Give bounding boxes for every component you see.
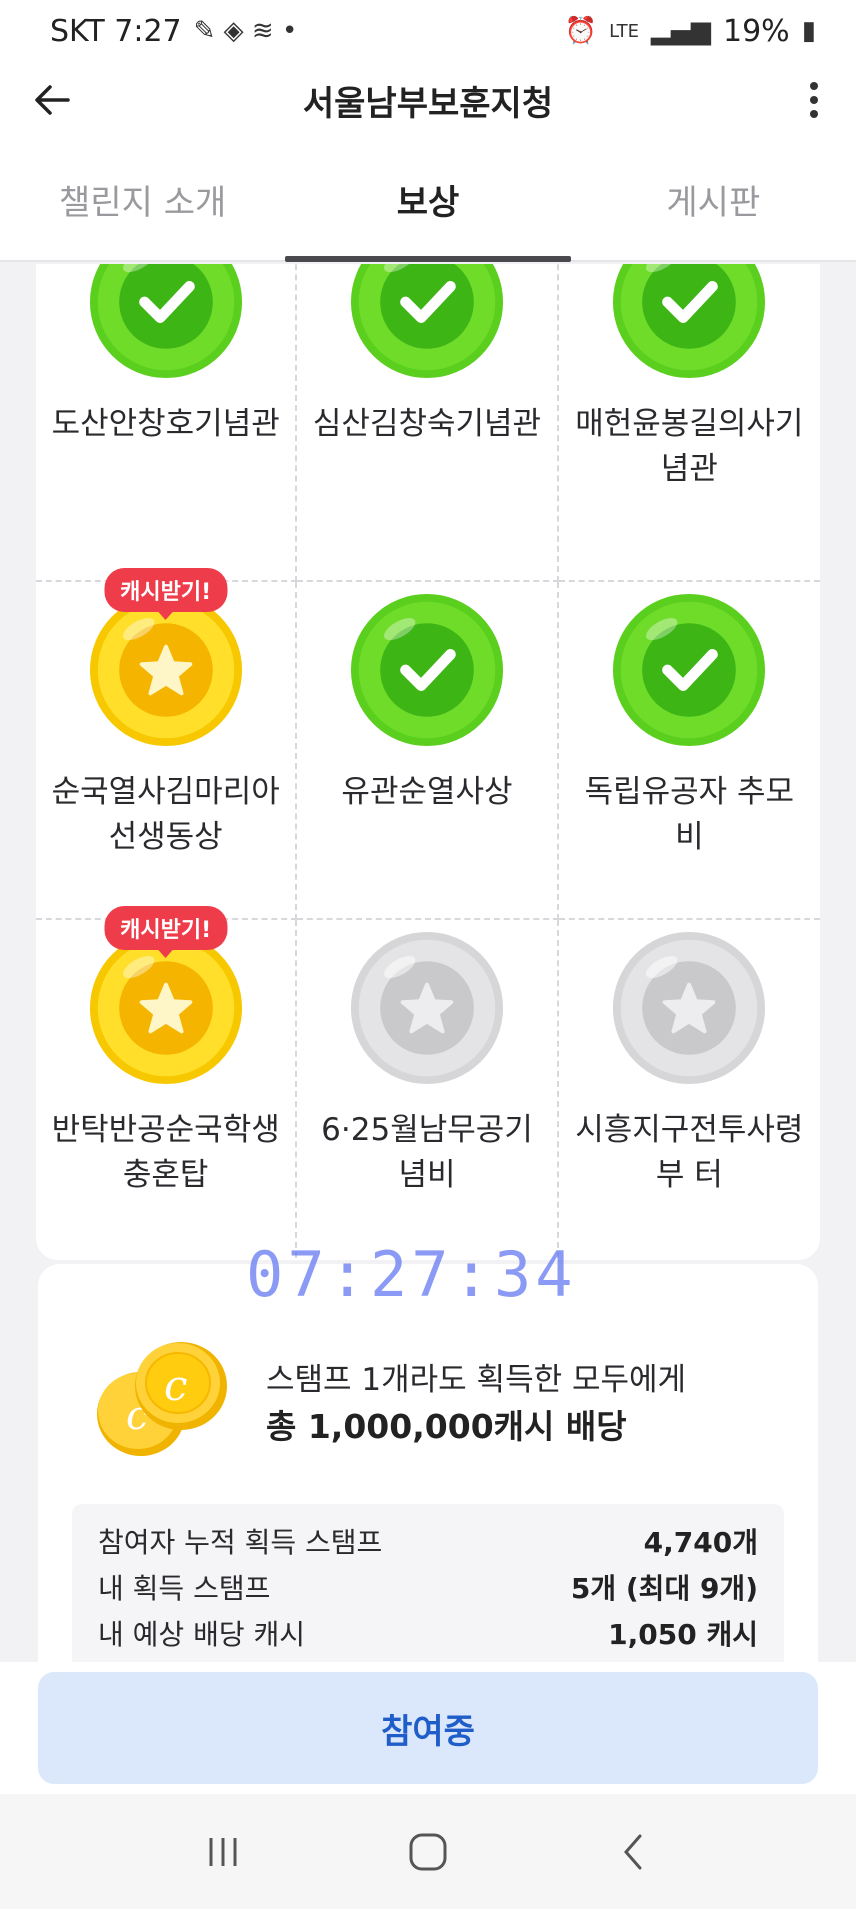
stamp-item[interactable]: 시흥지구전투사령부 터 [559, 920, 820, 1258]
stat-label: 참여자 누적 획득 스탬프 [98, 1526, 383, 1559]
stamp-name: 순국열사김마리아선생동상 [51, 774, 280, 855]
signal-icon: ▂▄▆ [651, 16, 711, 46]
stat-row-my-stamps: 내 획득 스탬프 5개 (최대 9개) [98, 1564, 758, 1610]
stamp-item[interactable]: 순국열사김마리아선생동상 캐시받기! [36, 568, 298, 920]
reward-description: 스탬프 1개라도 획득한 모두에게 [266, 1362, 687, 1398]
stamp-item[interactable]: 반탁반공순국학생 충혼탑 캐시받기! [36, 906, 298, 1258]
stat-label: 내 예상 배당 캐시 [98, 1618, 306, 1651]
cash-badge[interactable]: 캐시받기! [104, 568, 228, 612]
home-button[interactable] [388, 1822, 468, 1882]
locked-star-stamp-icon [350, 931, 504, 1085]
stamp-name: 독립유공자 추모비 [584, 774, 795, 855]
stat-row-total-stamps: 참여자 누적 획득 스탬프 4,740개 [98, 1518, 758, 1564]
status-left: SKT 7:27 ✎ ◈ ≋ • [50, 14, 297, 49]
tab-board[interactable]: 게시판 [571, 138, 856, 260]
more-dot-icon [810, 82, 818, 90]
tab-rewards[interactable]: 보상 [285, 138, 571, 262]
check-stamp-icon [613, 264, 766, 379]
stamp-item[interactable]: 매헌윤봉길의사기념관 [558, 264, 820, 582]
back-nav-button[interactable] [593, 1822, 673, 1882]
check-stamp-icon [89, 264, 242, 379]
status-right: ⏰ LTE ▂▄▆ 19% ▮ [565, 14, 816, 49]
tab-bar: 챌린지 소개 보상 게시판 [0, 138, 856, 262]
app-bar: 서울남부보훈지청 [0, 62, 856, 138]
svg-text:c: c [164, 1361, 188, 1410]
cash-badge[interactable]: 캐시받기! [104, 906, 228, 950]
stamp-card: 도산안창호기념관 심산김창숙기념관 매헌윤봉길의사기념관 순국열사김마리아선생동… [36, 264, 820, 1260]
stat-value: 4,740개 [643, 1526, 758, 1559]
check-stamp-icon [350, 593, 504, 747]
battery-icon: ▮ [801, 16, 816, 46]
home-icon [409, 1833, 447, 1870]
clock-overlay: 07:27:34 [246, 1238, 577, 1311]
back-button[interactable] [28, 76, 76, 124]
participating-button[interactable]: 참여중 [38, 1672, 818, 1784]
stamp-item[interactable]: 6·25월남무공기념비 [297, 920, 559, 1258]
page-title: 서울남부보훈지청 [302, 83, 554, 124]
carrier-time: SKT 7:27 [50, 13, 182, 49]
chevron-left-icon [624, 1834, 642, 1869]
reward-card: c c 스탬프 1개라도 획득한 모두에게 총 1,000,000캐시 배당 참… [38, 1264, 818, 1664]
stamp-item[interactable]: 심산김창숙기념관 [297, 264, 559, 582]
more-dot-icon [810, 110, 818, 118]
stamp-item[interactable]: 독립유공자 추모비 [558, 582, 820, 920]
network-label: LTE [609, 20, 639, 42]
stamp-name: 매헌윤봉길의사기념관 [575, 406, 804, 487]
stamp-name: 6·25월남무공기념비 [321, 1112, 533, 1193]
stamp-item[interactable]: 유관순열사상 [297, 582, 559, 920]
system-nav-bar [0, 1794, 856, 1909]
stamp-name: 도산안창호기념관 [51, 406, 280, 442]
stamp-name: 심산김창숙기념관 [312, 406, 542, 442]
stat-row-expected-cash: 내 예상 배당 캐시 1,050 캐시 [98, 1610, 758, 1656]
stamp-name: 유관순열사상 [341, 774, 513, 810]
stamp-item[interactable]: 도산안창호기념관 [36, 264, 298, 582]
main-content[interactable]: 도산안창호기념관 심산김창숙기념관 매헌윤봉길의사기념관 순국열사김마리아선생동… [0, 264, 856, 1664]
alarm-icon: ⏰ [564, 16, 598, 46]
coins-icon: c c [97, 1342, 227, 1456]
battery-text: 19% [723, 13, 790, 49]
back-arrow-icon [35, 85, 70, 115]
stamp-grid: 도산안창호기념관 심산김창숙기념관 매헌윤봉길의사기념관 순국열사김마리아선생동… [36, 264, 820, 1260]
reward-total: 총 1,000,000캐시 배당 [266, 1407, 627, 1446]
status-bar: SKT 7:27 ✎ ◈ ≋ • ⏰ LTE ▂▄▆ 19% ▮ [0, 0, 856, 62]
recent-apps-button[interactable] [183, 1822, 263, 1882]
tab-challenge-intro[interactable]: 챌린지 소개 [0, 138, 285, 260]
stats-box: 참여자 누적 획득 스탬프 4,740개 내 획득 스탬프 5개 (최대 9개)… [72, 1504, 784, 1664]
stat-label: 내 획득 스탬프 [98, 1572, 271, 1605]
check-stamp-icon [350, 264, 504, 379]
notification-icons: ✎ ◈ ≋ • [193, 16, 298, 46]
stamp-name: 반탁반공순국학생 충혼탑 [51, 1112, 280, 1193]
stamp-name: 시흥지구전투사령부 터 [575, 1112, 804, 1193]
more-options-button[interactable] [790, 76, 838, 124]
locked-star-stamp-icon [613, 931, 766, 1085]
recent-apps-icon [209, 1837, 237, 1866]
check-stamp-icon [613, 593, 766, 747]
more-dot-icon [810, 96, 818, 104]
stat-value: 1,050 캐시 [608, 1618, 758, 1651]
bottom-bar: 참여중 [0, 1662, 856, 1794]
stat-value: 5개 (최대 9개) [570, 1572, 758, 1605]
